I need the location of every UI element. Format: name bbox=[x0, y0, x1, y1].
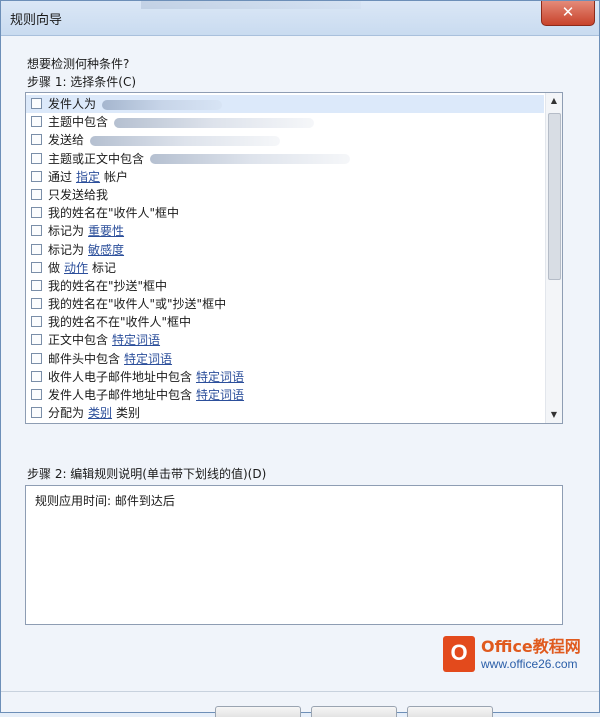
condition-item[interactable]: 标记为 重要性 bbox=[26, 222, 544, 240]
condition-checkbox[interactable] bbox=[31, 389, 42, 400]
condition-label: 主题中包含 bbox=[48, 115, 109, 130]
condition-item[interactable]: 我的姓名在"收件人"框中 bbox=[26, 204, 544, 222]
condition-value-link[interactable]: 特定词语 bbox=[112, 333, 160, 347]
condition-item[interactable]: 正文中包含 特定词语 bbox=[26, 331, 544, 349]
condition-label: 发件人电子邮件地址中包含 bbox=[48, 388, 193, 402]
condition-label: 发送给 bbox=[48, 133, 85, 148]
condition-label: 标记为 bbox=[48, 242, 85, 257]
condition-item[interactable]: 收件人电子邮件地址中包含 特定词语 bbox=[26, 368, 544, 386]
cancel-button[interactable] bbox=[215, 706, 301, 717]
condition-checkbox[interactable] bbox=[31, 134, 42, 146]
rules-wizard-window: 规则向导 ✕ 想要检测何种条件? 步骤 1: 选择条件(C) 发件人为主题中包含… bbox=[0, 0, 600, 717]
watermark-url: www.office26.com bbox=[481, 657, 578, 671]
condition-label: 我的姓名在"收件人"或"抄送"框中 bbox=[48, 297, 227, 312]
redacted-blur bbox=[102, 99, 223, 110]
condition-checkbox[interactable] bbox=[31, 243, 42, 255]
condition-checkbox[interactable] bbox=[31, 98, 42, 109]
condition-label: 我的姓名不在"收件人"框中 bbox=[48, 315, 192, 330]
condition-label: 邮件头中包含 bbox=[48, 351, 121, 366]
rule-description-box[interactable]: 规则应用时间: 邮件到达后 bbox=[25, 485, 563, 625]
condition-suffix: 帐户 bbox=[104, 169, 129, 184]
next-button[interactable] bbox=[407, 706, 493, 717]
condition-item[interactable]: 发件人为 bbox=[26, 95, 544, 114]
redacted-blur bbox=[150, 154, 351, 165]
condition-value-link[interactable]: 重要性 bbox=[88, 224, 124, 238]
step1-label: 步骤 1: 选择条件(C) bbox=[27, 75, 137, 89]
redacted-blur bbox=[90, 135, 281, 146]
conditions-listbox[interactable]: 发件人为 主题中包含 发送给 主题或正文中包含 通过 指定 帐户 只发送给我 我的姓名在"收件人… bbox=[25, 92, 563, 424]
condition-item[interactable]: 做动作 标记 bbox=[26, 259, 544, 277]
condition-value-link[interactable]: 特定词语 bbox=[124, 352, 172, 366]
watermark: O Office教程网 www.office26.com bbox=[439, 631, 600, 687]
condition-checkbox[interactable] bbox=[31, 116, 42, 128]
conditions-list: 发件人为 主题中包含 发送给 主题或正文中包含 通过 指定 帐户 只发送给我 我的姓名在"收件人… bbox=[26, 95, 544, 422]
condition-suffix: 标记 bbox=[92, 260, 117, 275]
condition-item[interactable]: 我的姓名在"抄送"框中 bbox=[26, 277, 544, 295]
back-button[interactable] bbox=[311, 706, 397, 717]
title-bar[interactable]: 规则向导 ✕ bbox=[1, 1, 599, 36]
condition-value-link[interactable]: 特定词语 bbox=[196, 388, 244, 402]
condition-checkbox[interactable] bbox=[31, 170, 42, 182]
condition-value-link[interactable]: 敏感度 bbox=[88, 243, 124, 257]
scroll-down-arrow-icon[interactable]: ▼ bbox=[546, 407, 562, 423]
condition-checkbox[interactable] bbox=[31, 334, 42, 346]
condition-checkbox[interactable] bbox=[31, 370, 42, 382]
condition-label: 只发送给我 bbox=[48, 187, 109, 202]
condition-item[interactable]: 我的姓名在"收件人"或"抄送"框中 bbox=[26, 295, 544, 313]
condition-checkbox[interactable] bbox=[31, 207, 42, 219]
condition-item[interactable]: 我的姓名不在"收件人"框中 bbox=[26, 313, 544, 331]
footer-divider bbox=[1, 691, 599, 692]
condition-item[interactable]: 通过 指定 帐户 bbox=[26, 168, 544, 186]
condition-item[interactable]: 邮件头中包含 特定词语 bbox=[26, 350, 544, 368]
condition-value-link[interactable]: 特定词语 bbox=[196, 370, 244, 384]
condition-label: 收件人电子邮件地址中包含 bbox=[48, 369, 193, 384]
condition-item[interactable]: 发件人电子邮件地址中包含 特定词语 bbox=[26, 386, 544, 404]
condition-checkbox[interactable] bbox=[31, 316, 42, 328]
condition-value-link[interactable]: 动作 bbox=[64, 261, 88, 275]
condition-label: 我的姓名在"收件人"框中 bbox=[48, 206, 180, 221]
watermark-name: Office教程网 bbox=[481, 637, 581, 656]
question-text: 想要检测何种条件? bbox=[27, 57, 130, 71]
condition-item[interactable]: 分配为 类别 类别 bbox=[26, 404, 544, 422]
rule-description-text: 规则应用时间: 邮件到达后 bbox=[35, 494, 175, 508]
close-button[interactable]: ✕ bbox=[541, 1, 595, 26]
redacted-blur bbox=[114, 117, 315, 128]
condition-checkbox[interactable] bbox=[31, 261, 42, 273]
condition-suffix: 类别 bbox=[116, 406, 141, 421]
condition-label: 标记为 bbox=[48, 224, 85, 239]
condition-item[interactable]: 主题或正文中包含 bbox=[26, 150, 544, 168]
condition-checkbox[interactable] bbox=[31, 298, 42, 310]
condition-label: 通过 bbox=[48, 169, 73, 184]
window-title: 规则向导 bbox=[10, 13, 63, 28]
office-logo-icon: O bbox=[443, 636, 475, 672]
condition-label: 发件人为 bbox=[48, 97, 97, 111]
condition-item[interactable]: 主题中包含 bbox=[26, 113, 544, 131]
condition-checkbox[interactable] bbox=[31, 225, 42, 237]
condition-item[interactable]: 只发送给我 bbox=[26, 186, 544, 204]
conditions-scrollbar[interactable]: ▲ ▼ bbox=[545, 93, 562, 423]
condition-label: 做 bbox=[48, 260, 61, 275]
condition-checkbox[interactable] bbox=[31, 152, 42, 164]
step2-label: 步骤 2: 编辑规则说明(单击带下划线的值)(D) bbox=[27, 467, 267, 481]
condition-label: 主题或正文中包含 bbox=[48, 151, 145, 166]
wizard-content: 想要检测何种条件? 步骤 1: 选择条件(C) 发件人为主题中包含发送给主题或正… bbox=[1, 36, 599, 717]
scroll-thumb[interactable] bbox=[548, 113, 561, 280]
condition-checkbox[interactable] bbox=[31, 188, 42, 200]
condition-checkbox[interactable] bbox=[31, 407, 42, 419]
condition-checkbox[interactable] bbox=[31, 279, 42, 291]
condition-item[interactable]: 发送给 bbox=[26, 131, 544, 149]
condition-label: 正文中包含 bbox=[48, 333, 109, 348]
background-window-strip bbox=[141, 1, 361, 9]
condition-value-link[interactable]: 类别 bbox=[88, 406, 112, 420]
condition-value-link[interactable]: 指定 bbox=[76, 170, 100, 184]
scroll-up-arrow-icon[interactable]: ▲ bbox=[546, 93, 562, 109]
condition-checkbox[interactable] bbox=[31, 352, 42, 364]
condition-item[interactable]: 标记为 敏感度 bbox=[26, 241, 544, 259]
condition-label: 我的姓名在"抄送"框中 bbox=[48, 278, 168, 293]
condition-label: 分配为 bbox=[48, 406, 85, 421]
